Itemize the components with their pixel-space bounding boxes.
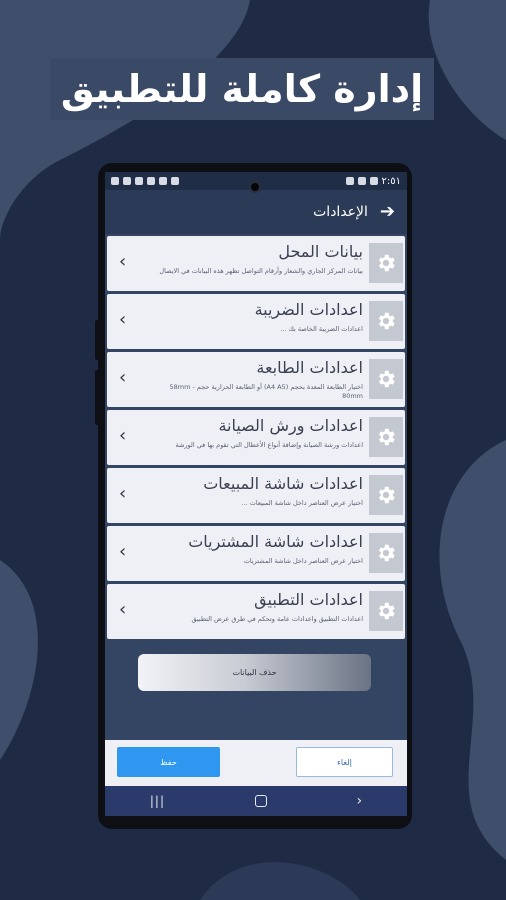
- chevron-left-icon: ‹: [119, 251, 127, 272]
- settings-item-title: اعدادات شاشة المبيعات: [203, 474, 363, 493]
- signal-icon: [111, 177, 119, 185]
- app-bar: الإعدادات ➔: [105, 190, 407, 234]
- settings-item-desc: اعدادات الضريبة الخاصة بك ...: [280, 325, 363, 333]
- back-icon[interactable]: ›: [357, 793, 363, 809]
- banner-title: إدارة كاملة للتطبيق: [60, 67, 424, 111]
- gear-icon: [369, 417, 403, 457]
- settings-list: بيانات المحل بيانات المركز الجاري والشعا…: [105, 234, 407, 639]
- chevron-left-icon: ‹: [119, 599, 127, 620]
- front-camera: [249, 181, 261, 193]
- chevron-left-icon: ‹: [119, 425, 127, 446]
- gear-icon: [369, 243, 403, 283]
- settings-item-title: اعدادات شاشة المشتريات: [188, 532, 363, 551]
- settings-item-desc: اختيار عرض العناصر داخل شاشة المبيعات ..…: [241, 499, 363, 507]
- phone-screen: ٢:٥١ الإعدادات ➔ بيانات المحل بيانات الم…: [105, 172, 407, 816]
- action-footer: حفظ إلغاء: [105, 740, 407, 786]
- settings-item-printer[interactable]: اعدادات الطابعة اختيار الطابعة المعدة بح…: [107, 352, 405, 407]
- phone-side-button: [95, 320, 99, 360]
- battery-icon: [135, 177, 143, 185]
- settings-item-desc: اختيار عرض العناصر داخل شاشة المشتريات: [243, 557, 363, 565]
- settings-item-sales-screen[interactable]: اعدادات شاشة المبيعات اختيار عرض العناصر…: [107, 468, 405, 523]
- status-icons-left: [111, 177, 179, 185]
- chevron-left-icon: ‹: [119, 483, 127, 504]
- settings-item-title: اعدادات الضريبة: [254, 300, 363, 319]
- settings-item-desc: اختيار الطابعة المعدة بحجم (A4 A5) أو ال…: [169, 383, 363, 400]
- settings-item-desc: بيانات المركز الجاري والشعار وأرقام التو…: [159, 267, 363, 275]
- chevron-left-icon: ‹: [119, 367, 127, 388]
- delete-data-button[interactable]: حذف البيانات: [138, 654, 371, 691]
- arrow-right-icon[interactable]: ➔: [380, 203, 395, 221]
- settings-item-desc: اعدادات ورشة الصيانة وإضافة أنواع الأعطا…: [175, 441, 363, 449]
- notification-icon: [345, 177, 354, 185]
- wifi-icon: [123, 177, 131, 185]
- gear-icon: [369, 359, 403, 399]
- cancel-button[interactable]: إلغاء: [296, 747, 393, 777]
- settings-item-tax[interactable]: اعدادات الضريبة اعدادات الضريبة الخاصة ب…: [107, 294, 405, 349]
- notification-icon: [369, 177, 378, 185]
- notification-icon: [147, 177, 155, 185]
- status-icons-right: ٢:٥١: [345, 175, 401, 187]
- settings-item-title: اعدادات ورش الصيانة: [218, 416, 363, 435]
- notification-icon: [171, 177, 179, 185]
- gear-icon: [369, 475, 403, 515]
- settings-item-title: اعدادات الطابعة: [256, 358, 363, 377]
- settings-item-app[interactable]: اعدادات التطبيق اعدادات التطبيق واعدادات…: [107, 584, 405, 639]
- delete-data-section: حذف البيانات: [105, 642, 407, 691]
- settings-item-shop-info[interactable]: بيانات المحل بيانات المركز الجاري والشعا…: [107, 236, 405, 291]
- gear-icon: [369, 591, 403, 631]
- chevron-left-icon: ‹: [119, 309, 127, 330]
- promo-banner: إدارة كاملة للتطبيق: [50, 58, 434, 120]
- settings-item-maintenance[interactable]: اعدادات ورش الصيانة اعدادات ورشة الصيانة…: [107, 410, 405, 465]
- system-nav-bar: ||| ›: [105, 786, 407, 816]
- settings-item-title: بيانات المحل: [278, 242, 363, 261]
- settings-item-desc: اعدادات التطبيق واعدادات عامة وتحكم في ط…: [191, 615, 364, 623]
- gear-icon: [369, 533, 403, 573]
- save-button[interactable]: حفظ: [117, 747, 220, 777]
- home-icon[interactable]: [254, 795, 267, 807]
- status-time: ٢:٥١: [381, 175, 401, 187]
- settings-item-purchases-screen[interactable]: اعدادات شاشة المشتريات اختيار عرض العناص…: [107, 526, 405, 581]
- chevron-left-icon: ‹: [119, 541, 127, 562]
- settings-item-title: اعدادات التطبيق: [254, 590, 363, 609]
- notification-icon: [159, 177, 167, 185]
- page-title: الإعدادات: [313, 204, 368, 220]
- gear-icon: [369, 301, 403, 341]
- recent-apps-icon[interactable]: |||: [150, 794, 165, 808]
- phone-volume-button: [95, 370, 99, 425]
- notification-icon: [357, 177, 366, 185]
